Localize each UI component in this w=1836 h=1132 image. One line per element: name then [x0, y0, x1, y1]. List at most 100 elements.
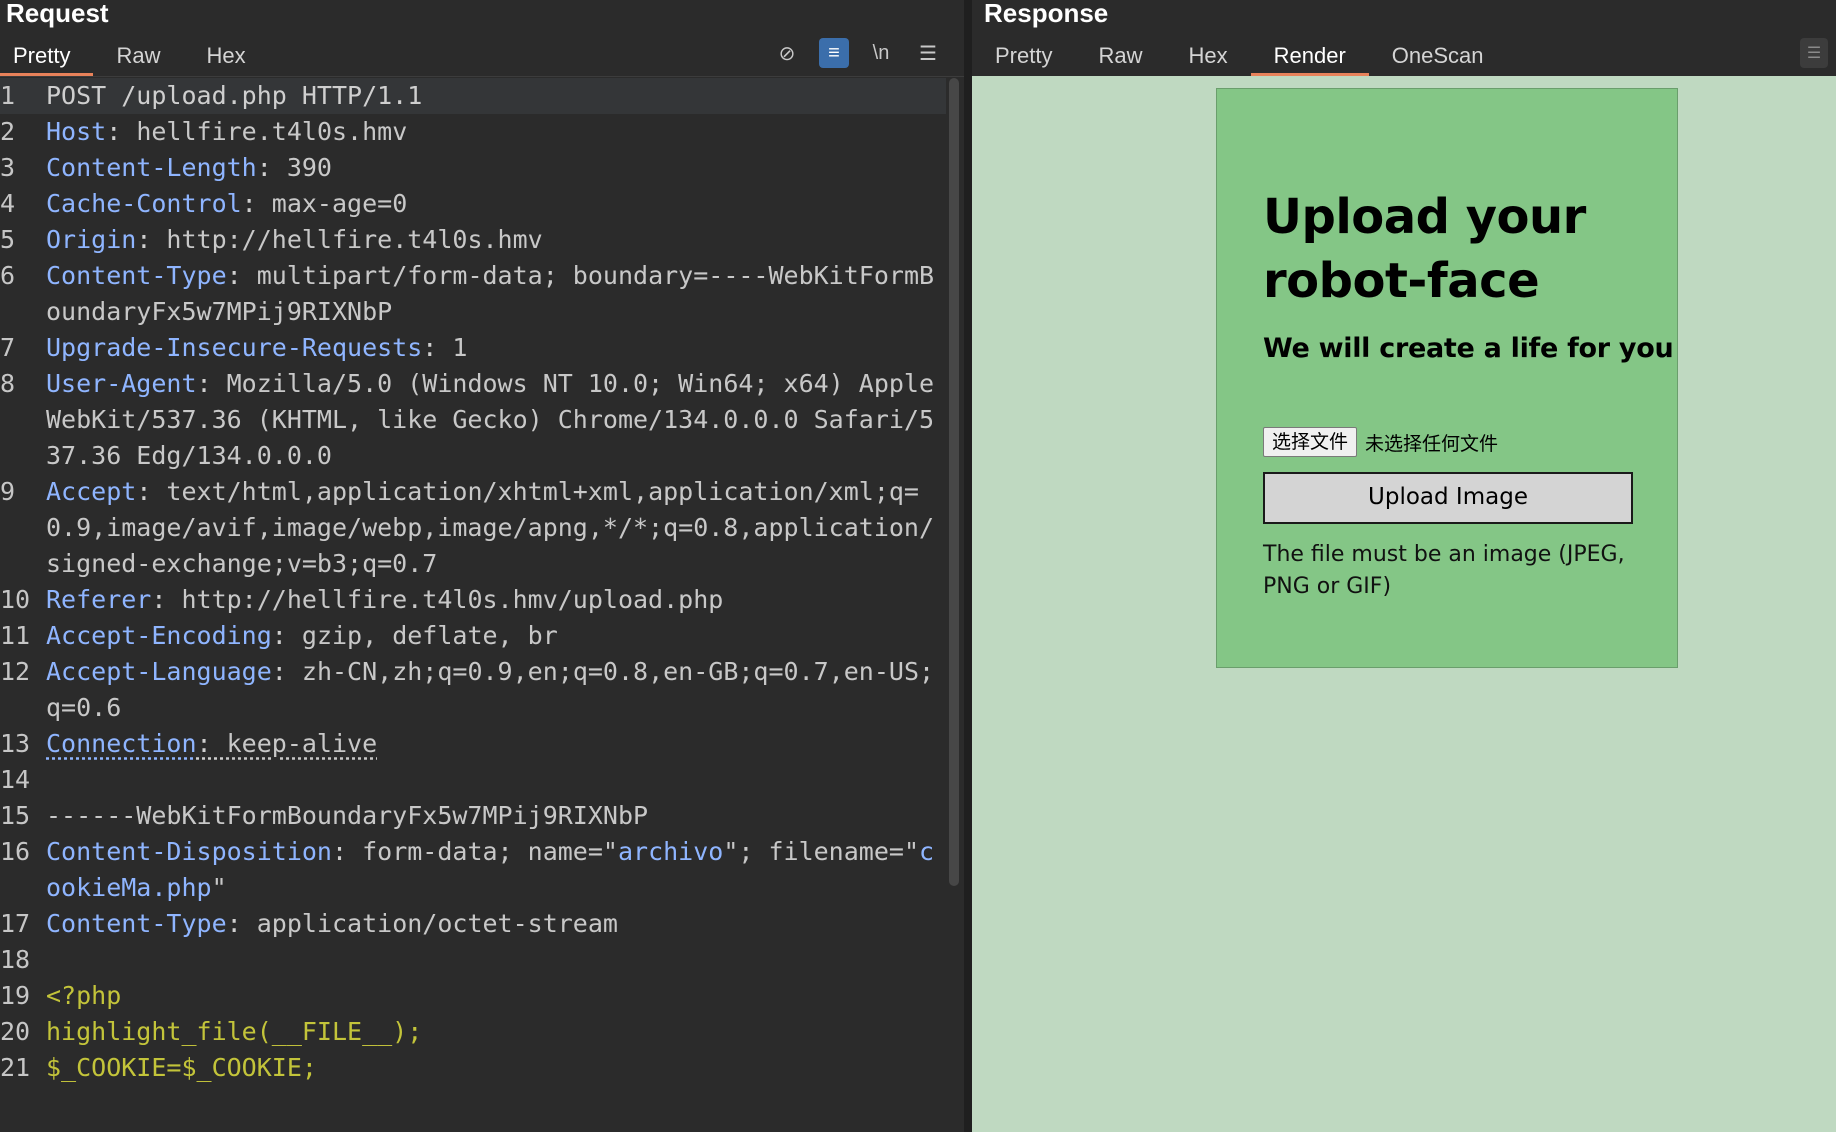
token: <?php [46, 981, 122, 1010]
line-number: 17 [0, 909, 31, 938]
token: User-Agent [46, 369, 197, 398]
resp-tab-onescan[interactable]: OneScan [1369, 40, 1507, 76]
code-line[interactable]: 2 Host: hellfire.t4l0s.hmv [0, 114, 946, 150]
line-number: 15 [0, 801, 31, 830]
token: : [241, 189, 272, 218]
code-line[interactable]: 4 Cache-Control: max-age=0 [0, 186, 946, 222]
line-text [46, 762, 946, 798]
token: http://hellfire.t4l0s.hmv/upload.php [181, 585, 724, 614]
code-line[interactable]: 11 Accept-Encoding: gzip, deflate, br [0, 618, 946, 654]
token: Accept-Language [46, 657, 272, 686]
menu-icon[interactable]: ☰ [913, 38, 943, 68]
page-subheading: We will create a life for you [1263, 333, 1674, 364]
code-line[interactable]: 6 Content-Type: multipart/form-data; boun… [0, 258, 946, 330]
line-text: Host: hellfire.t4l0s.hmv [46, 114, 946, 150]
code-line[interactable]: 7 Upgrade-Insecure-Requests: 1 [0, 330, 946, 366]
response-tabs: Pretty Raw Hex Render OneScan [972, 40, 1507, 76]
line-number: 8 [0, 369, 16, 398]
token: " [211, 873, 227, 902]
pane-splitter[interactable] [964, 0, 972, 1132]
line-number: 13 [0, 729, 31, 758]
code-line[interactable]: 10 Referer: http://hellfire.t4l0s.hmv/upl… [0, 582, 946, 618]
line-text: Content-Type: application/octet-stream [46, 906, 946, 942]
line-number: 1 [0, 81, 16, 110]
code-line[interactable]: 13 Connection: keep-alive [0, 726, 946, 762]
code-line[interactable]: 1 POST /upload.php HTTP/1.1 [0, 78, 946, 114]
token: : [106, 117, 137, 146]
code-line[interactable]: 20 highlight_file(__FILE__); [0, 1014, 946, 1050]
scrollbar-thumb[interactable] [949, 78, 959, 886]
wrap-icon[interactable]: ☰ [1800, 38, 1828, 68]
token: archivo [617, 837, 724, 866]
code-line[interactable]: 15 ------WebKitFormBoundaryFx5w7MPij9RIXN… [0, 798, 946, 834]
response-pane: Response Pretty Raw Hex Render OneScan ☰ Upl… [972, 0, 1836, 1132]
line-number: 9 [0, 477, 16, 506]
code-line[interactable]: 14 [0, 762, 946, 798]
req-tab-raw[interactable]: Raw [93, 40, 183, 76]
eye-off-icon[interactable]: ⊘ [772, 38, 802, 68]
page-heading: Upload your robot-face [1263, 189, 1586, 309]
token: : [136, 225, 167, 254]
code-line[interactable]: 16 Content-Disposition: form-data; name="… [0, 834, 946, 906]
request-scrollbar[interactable] [946, 78, 962, 1132]
token: Accept [46, 477, 137, 506]
code-line[interactable]: 17 Content-Type: application/octet-stream [0, 906, 946, 942]
token: : [196, 729, 227, 758]
token: text/html,application/xhtml+xml,applicat… [46, 477, 935, 578]
token: : [136, 477, 167, 506]
line-text: Origin: http://hellfire.t4l0s.hmv [46, 222, 946, 258]
upload-image-button[interactable]: Upload Image [1263, 472, 1633, 524]
choose-file-button[interactable]: 选择文件 [1263, 427, 1358, 457]
token: ------WebKitFormBoundaryFx5w7MPij9RIXNbP [46, 801, 649, 830]
code-line[interactable]: 12 Accept-Language: zh-CN,zh;q=0.9,en;q=0… [0, 654, 946, 726]
resp-tab-pretty[interactable]: Pretty [972, 40, 1075, 76]
line-number: 20 [0, 1017, 31, 1046]
token: keep-alive [226, 729, 378, 758]
line-number: 14 [0, 765, 31, 794]
code-line[interactable]: 5 Origin: http://hellfire.t4l0s.hmv [0, 222, 946, 258]
line-number: 3 [0, 153, 16, 182]
line-number: 2 [0, 117, 16, 146]
resp-tab-render[interactable]: Render [1250, 40, 1369, 76]
request-toolbar: ⊘ ≡ \n ☰ [772, 38, 960, 68]
code-line[interactable]: 8 User-Agent: Mozilla/5.0 (Windows NT 10.… [0, 366, 946, 474]
request-pane: Request Pretty Raw Hex ⊘ ≡ \n ☰ 1 POST /upload… [0, 0, 964, 1132]
token: Accept-Encoding [46, 621, 272, 650]
line-number: 18 [0, 945, 31, 974]
token: 1 [452, 333, 468, 362]
code-line[interactable]: 19 <?php [0, 978, 946, 1014]
token: 390 [286, 153, 332, 182]
token: Content-Length [46, 153, 257, 182]
line-text [46, 942, 946, 978]
code-line[interactable]: 9 Accept: text/html,application/xhtml+xml… [0, 474, 946, 582]
line-number: 11 [0, 621, 31, 650]
token: Content-Disposition [46, 837, 332, 866]
resp-tab-hex[interactable]: Hex [1165, 40, 1250, 76]
token: Upgrade-Insecure-Requests [46, 333, 423, 362]
request-title: Request [6, 0, 109, 28]
line-text: Content-Type: multipart/form-data; bound… [46, 258, 946, 330]
newline-icon[interactable]: \n [866, 38, 896, 68]
line-text: Referer: http://hellfire.t4l0s.hmv/uploa… [46, 582, 946, 618]
request-editor[interactable]: 1 POST /upload.php HTTP/1.1 2 Host: hellfir… [0, 78, 946, 1132]
divider [0, 76, 964, 77]
code-line[interactable]: 18 [0, 942, 946, 978]
token: max-age=0 [271, 189, 408, 218]
line-number: 21 [0, 1053, 31, 1082]
line-text: Cache-Control: max-age=0 [46, 186, 946, 222]
resp-tab-raw[interactable]: Raw [1075, 40, 1165, 76]
code-line[interactable]: 3 Content-Length: 390 [0, 150, 946, 186]
token: POST /upload.php HTTP/1.1 [46, 81, 423, 110]
code-line[interactable]: 21 $_COOKIE=$_COOKIE; [0, 1050, 946, 1086]
line-text: POST /upload.php HTTP/1.1 [46, 78, 946, 114]
req-tab-pretty[interactable]: Pretty [0, 40, 94, 76]
token: highlight_file(__FILE__); [46, 1017, 423, 1046]
wrap-icon[interactable]: ≡ [819, 38, 849, 68]
token: Host [46, 117, 107, 146]
token: Connection [46, 729, 197, 758]
req-tab-hex[interactable]: Hex [183, 40, 268, 76]
line-text: Accept: text/html,application/xhtml+xml,… [46, 474, 946, 582]
line-number: 4 [0, 189, 16, 218]
line-number: 7 [0, 333, 16, 362]
file-input: 选择文件 未选择任何文件 [1263, 427, 1498, 457]
